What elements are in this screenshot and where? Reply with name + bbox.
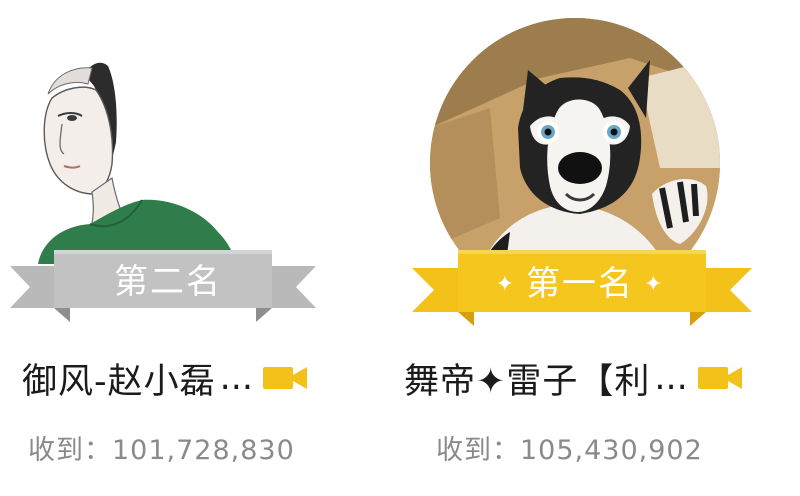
- received-count-first: 收到：105,430,902: [436, 428, 703, 467]
- streamer-name-row-first[interactable]: 舞帝✦雷子【利 ...: [404, 352, 784, 404]
- sparkle-icon: ✦: [644, 272, 665, 297]
- received-label-second: 收到：: [28, 435, 112, 466]
- name-ellipsis-first: ...: [654, 358, 688, 398]
- avatar-second[interactable]: [32, 54, 258, 264]
- rank-label-first: ✦ 第一名 ✦: [478, 256, 682, 305]
- rank-card-second[interactable]: 第二名 御风-赵小磊 ... 收到：101,728,830: [0, 0, 400, 496]
- rank-card-first[interactable]: ✦ 第一名 ✦ 舞帝✦雷子【利 ... 收到：105,430,902: [400, 0, 800, 496]
- rank-ribbon-first: ✦ 第一名 ✦: [412, 238, 752, 330]
- streamer-name-row-second[interactable]: 御风-赵小磊 ...: [22, 352, 322, 404]
- streamer-name-second[interactable]: 御风-赵小磊: [22, 353, 216, 404]
- streamer-name-first[interactable]: 舞帝✦雷子【利: [404, 353, 650, 404]
- video-camera-icon[interactable]: [697, 365, 744, 391]
- video-camera-icon[interactable]: [263, 365, 309, 391]
- received-count-second: 收到：101,728,830: [28, 428, 295, 467]
- received-value-second: 101,728,830: [112, 435, 295, 466]
- ranking-panel: 第二名 御风-赵小磊 ... 收到：101,728,830 ✦ 第一名 ✦ 舞帝…: [0, 0, 800, 496]
- received-label-first: 收到：: [436, 435, 520, 466]
- rank-label-first-text: 第一名: [526, 264, 634, 304]
- rank-ribbon-second: 第二名: [10, 236, 316, 328]
- sketch-portrait-icon: [38, 62, 236, 264]
- received-value-first: 105,430,902: [520, 435, 703, 466]
- rank-label-second: 第二名: [114, 262, 222, 302]
- sparkle-icon: ✦: [495, 272, 516, 297]
- name-ellipsis-second: ...: [219, 358, 254, 398]
